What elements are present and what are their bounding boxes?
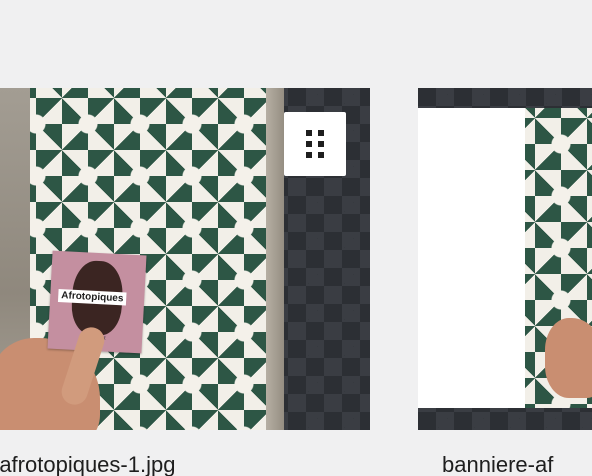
media-card-2[interactable]: banniere-af <box>418 88 592 476</box>
media-card-1[interactable]: Afrotopiques podcast -afrotopiques-1.jpg <box>0 88 370 476</box>
podcast-card-title: Afrotopiques <box>57 288 127 306</box>
media-thumbnail-2[interactable] <box>418 88 592 430</box>
media-photo-1: Afrotopiques podcast <box>0 88 284 430</box>
image-blank-area <box>418 108 525 408</box>
media-filename-1[interactable]: -afrotopiques-1.jpg <box>0 452 175 476</box>
media-photo-2 <box>525 108 592 408</box>
wall-strip <box>266 88 284 430</box>
media-thumbnail-1[interactable]: Afrotopiques podcast <box>0 88 370 430</box>
drag-handle-icon <box>306 130 324 158</box>
media-filename-2[interactable]: banniere-af <box>442 452 553 476</box>
drag-handle-button[interactable] <box>284 112 346 176</box>
hand <box>545 318 592 398</box>
